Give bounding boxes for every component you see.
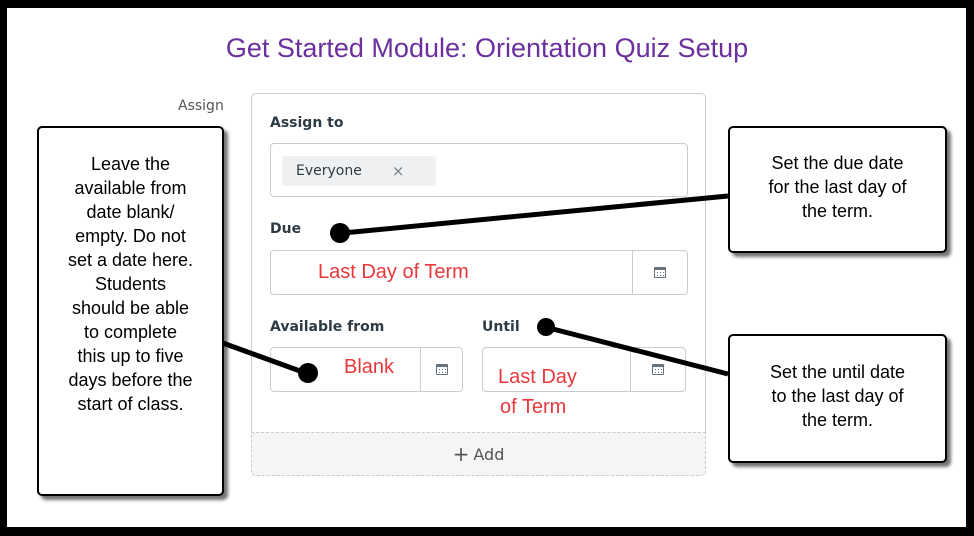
until-callout-line: the term. — [801, 410, 874, 430]
left-callout-line: empty. Do not — [75, 226, 186, 246]
available-connector-dot — [298, 363, 318, 383]
due-callout-line: for the last day of — [768, 177, 907, 197]
left-callout-line: days before the — [68, 370, 193, 390]
left-callout-line: date blank/ — [86, 202, 175, 222]
until-callout: Set the until date to the last day of th… — [728, 334, 947, 463]
due-callout-line: the term. — [801, 201, 874, 221]
left-callout-line: start of class. — [77, 394, 184, 414]
due-callout: Set the due date for the last day of the… — [728, 126, 947, 253]
left-callout-line: should be able — [71, 298, 190, 318]
until-callout-line: Set the until date — [769, 362, 906, 382]
until-connector-line — [548, 325, 729, 377]
left-callout: Leave the available from date blank/ emp… — [37, 126, 224, 496]
due-connector-dot — [330, 223, 350, 243]
available-connector-line — [219, 339, 301, 374]
due-connector-line — [342, 193, 729, 236]
left-callout-line: Students — [94, 274, 167, 294]
until-callout-line: to the last day of — [771, 386, 904, 406]
left-callout-line: to complete — [83, 322, 178, 342]
left-callout-line: Leave the — [90, 154, 171, 174]
until-connector-dot — [537, 318, 555, 336]
left-callout-line: available from — [74, 178, 187, 198]
due-callout-line: Set the due date — [771, 153, 904, 173]
left-callout-line: this up to five — [77, 346, 184, 366]
left-callout-line: set a date here. — [67, 250, 194, 270]
